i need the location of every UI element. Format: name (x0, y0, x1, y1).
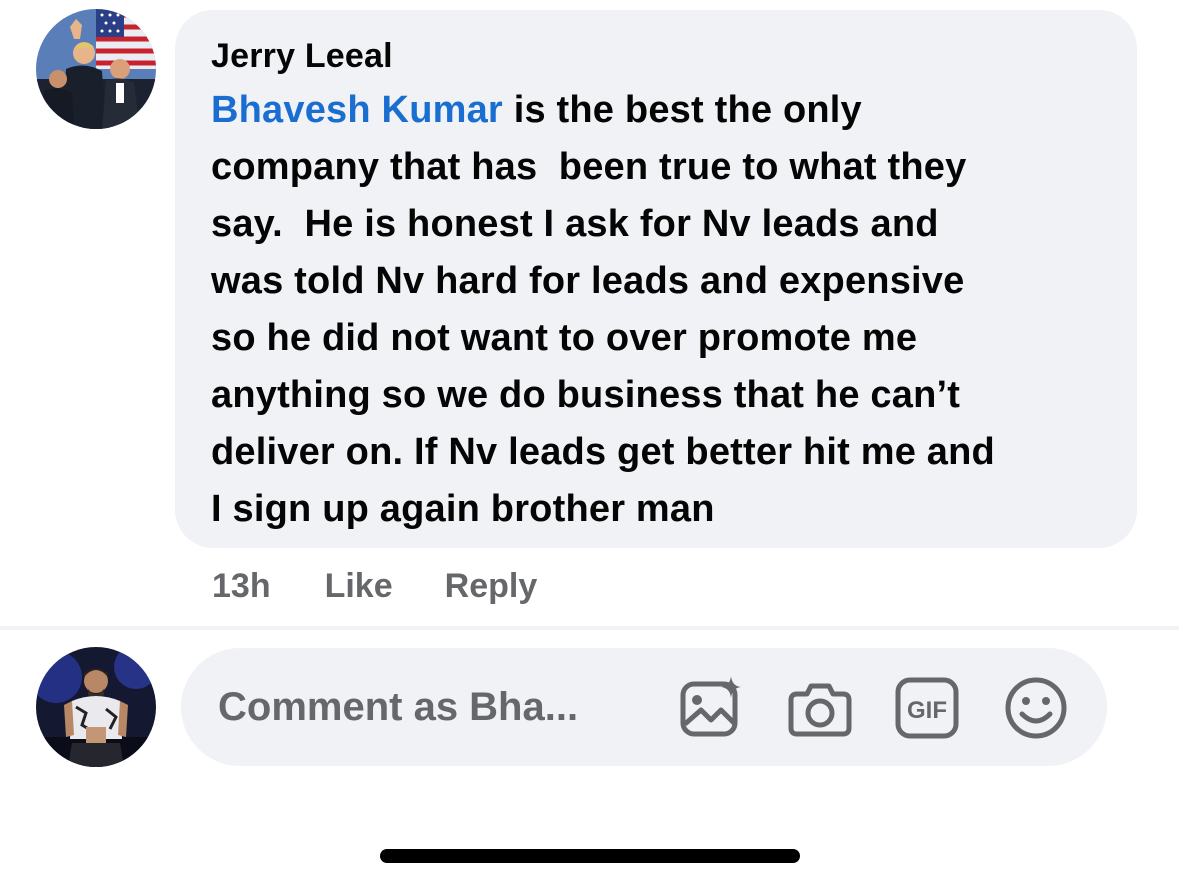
reply-button[interactable]: Reply (445, 567, 538, 606)
current-user-avatar-image (36, 647, 156, 767)
mention-link[interactable]: Bhavesh Kumar (211, 89, 503, 131)
comment-line-2: company that has been true to what they (211, 146, 967, 188)
comment-composer[interactable]: Comment as Bha... GIF (181, 648, 1107, 766)
comment-line-1: Bhavesh Kumar is the best the only (211, 82, 1101, 139)
current-user-avatar[interactable] (36, 647, 156, 767)
comment-author[interactable]: Jerry Leeal (211, 36, 1101, 76)
comment-line-5: so he did not want to over promote me (211, 317, 918, 359)
gif-icon[interactable]: GIF (894, 676, 960, 740)
comment-input[interactable]: Comment as Bha... (218, 685, 678, 730)
commenter-avatar-image (36, 9, 156, 129)
add-photo-icon[interactable] (679, 676, 745, 740)
commenter-avatar[interactable] (36, 9, 156, 129)
camera-icon[interactable] (787, 676, 853, 740)
comment-body: Bhavesh Kumar is the best the only compan… (211, 82, 1101, 538)
comment-line-1-text: is the best the only (502, 89, 862, 131)
comment-actions: 13h Like Reply (212, 566, 537, 606)
comment-line-3: say. He is honest I ask for Nv leads and (211, 203, 939, 245)
comment-line-7: deliver on. If Nv leads get better hit m… (211, 431, 995, 473)
comment-line-4: was told Nv hard for leads and expensive (211, 260, 965, 302)
home-indicator[interactable] (380, 849, 800, 863)
comment-thread: Jerry Leeal Bhavesh Kumar is the best th… (0, 0, 1179, 887)
divider (0, 626, 1179, 630)
comment-timestamp[interactable]: 13h (212, 567, 271, 606)
comment-line-6: anything so we do business that he can’t (211, 374, 961, 416)
gif-icon-label: GIF (907, 697, 947, 724)
comment-bubble[interactable]: Jerry Leeal Bhavesh Kumar is the best th… (175, 10, 1137, 548)
like-button[interactable]: Like (325, 567, 393, 606)
comment-line-8: I sign up again brother man (211, 488, 715, 530)
emoji-icon[interactable] (1003, 676, 1069, 740)
